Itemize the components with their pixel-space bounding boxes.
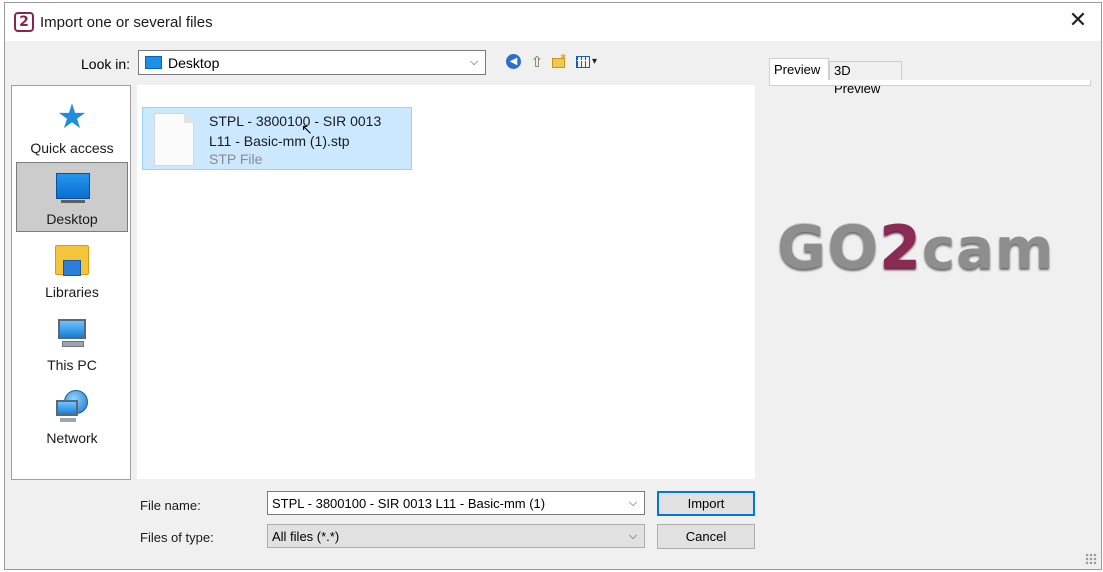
desktop-folder-icon: [145, 56, 162, 69]
libraries-icon: [54, 244, 90, 278]
import-dialog: 2 Import one or several files ✕ Look in:…: [4, 2, 1102, 570]
back-arrow-icon: ◀: [506, 54, 521, 69]
look-in-value: Desktop: [168, 55, 220, 71]
back-button[interactable]: ◀: [504, 52, 524, 72]
places-bar: ★ Quick access Desktop Libraries This PC: [11, 85, 131, 480]
this-pc-icon: [54, 317, 90, 351]
sparkle-icon: ✶: [559, 52, 568, 63]
files-of-type-label: Files of type:: [140, 530, 214, 545]
file-list[interactable]: STPL - 3800100 - SIR 0013 L11 - Basic-mm…: [137, 85, 755, 479]
chevron-down-icon[interactable]: ⌵: [467, 54, 481, 70]
chevron-down-icon[interactable]: ⌵: [626, 528, 640, 544]
go2cam-logo: GO2cam: [777, 213, 1055, 283]
cancel-button[interactable]: Cancel: [657, 524, 755, 549]
place-desktop[interactable]: Desktop: [16, 162, 128, 232]
star-icon: ★: [56, 97, 88, 137]
file-item[interactable]: STPL - 3800100 - SIR 0013 L11 - Basic-mm…: [142, 107, 412, 170]
preview-panel: [769, 80, 1091, 86]
place-label: This PC: [47, 357, 97, 373]
document-icon: [154, 113, 194, 166]
network-icon: [54, 390, 90, 424]
import-button[interactable]: Import: [657, 491, 755, 516]
place-label: Desktop: [46, 211, 98, 227]
caret-down-icon: ▾: [592, 56, 598, 67]
title-bar: 2 Import one or several files ✕: [5, 3, 1101, 41]
up-folder-icon: ⇧: [530, 53, 544, 71]
chevron-down-icon[interactable]: ⌵: [626, 495, 640, 511]
file-name-value: STPL - 3800100 - SIR 0013 L11 - Basic-mm…: [272, 496, 546, 511]
view-menu-button[interactable]: ▾: [574, 52, 604, 72]
file-name-label: File name:: [140, 498, 201, 513]
place-label: Network: [46, 430, 98, 446]
look-in-label: Look in:: [81, 56, 131, 72]
dialog-title: Import one or several files: [40, 14, 213, 31]
new-folder-button[interactable]: ✶: [549, 52, 569, 72]
go2cam-app-icon: 2: [14, 12, 34, 32]
file-name-field[interactable]: STPL - 3800100 - SIR 0013 L11 - Basic-mm…: [267, 491, 645, 515]
place-label: Quick access: [30, 140, 114, 156]
look-in-dropdown[interactable]: Desktop ⌵: [138, 50, 486, 75]
resize-grip-icon[interactable]: [1085, 553, 1097, 565]
tab-3d-preview[interactable]: 3D Preview: [829, 61, 902, 96]
place-quick-access[interactable]: ★ Quick access: [16, 92, 128, 162]
file-type: STP File: [209, 151, 263, 167]
place-label: Libraries: [45, 284, 99, 300]
files-of-type-value: All files (*.*): [272, 529, 340, 544]
up-one-level-button[interactable]: ⇧: [527, 52, 547, 72]
mouse-cursor-icon: ↖: [301, 122, 313, 138]
place-this-pc[interactable]: This PC: [16, 309, 128, 379]
place-libraries[interactable]: Libraries: [16, 236, 128, 306]
tab-preview[interactable]: Preview: [769, 58, 829, 82]
view-menu-icon: [576, 56, 590, 68]
close-button[interactable]: ✕: [1059, 7, 1097, 37]
files-of-type-dropdown[interactable]: All files (*.*) ⌵: [267, 524, 645, 548]
desktop-icon: [55, 171, 91, 205]
place-network[interactable]: Network: [16, 382, 128, 452]
